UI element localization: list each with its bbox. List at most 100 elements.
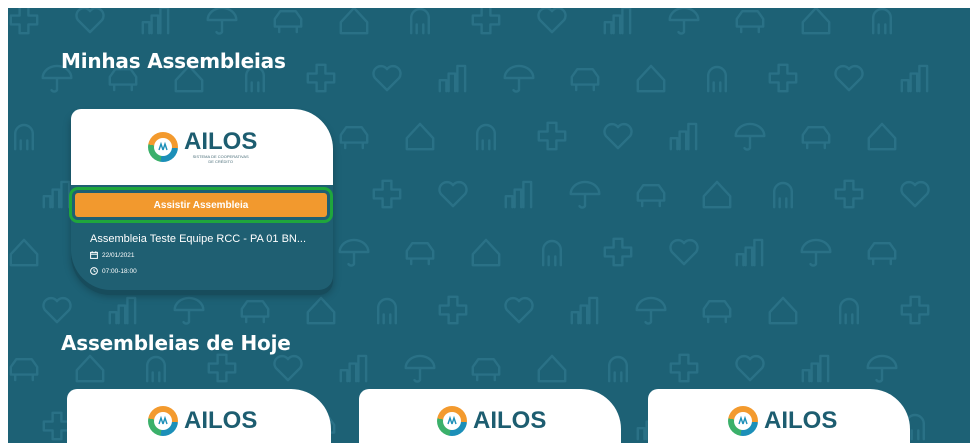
clock-icon bbox=[90, 267, 98, 275]
umbrella-icon bbox=[635, 296, 667, 325]
assembly-date-row: 22/01/2021 bbox=[90, 251, 135, 259]
logo-text: AILOS bbox=[184, 407, 258, 434]
ailos-logo: AILOS bbox=[728, 406, 837, 436]
heart-icon bbox=[834, 64, 864, 92]
chart-icon bbox=[438, 64, 467, 93]
chart-icon bbox=[603, 8, 632, 35]
heart-icon bbox=[42, 296, 72, 324]
chart-icon bbox=[108, 296, 137, 325]
house-icon bbox=[867, 122, 897, 151]
chart-icon bbox=[42, 180, 71, 209]
house-icon bbox=[768, 296, 798, 325]
car-icon bbox=[636, 183, 666, 208]
logo-text: AILOS bbox=[184, 128, 258, 155]
cross-icon bbox=[900, 295, 930, 325]
cross-icon bbox=[537, 121, 567, 151]
cross-icon bbox=[471, 8, 501, 35]
watch-assembly-button[interactable]: Assistir Assembleia bbox=[69, 187, 333, 223]
house-icon bbox=[75, 354, 105, 383]
heart-icon bbox=[603, 122, 633, 150]
cross-icon bbox=[768, 63, 798, 93]
umbrella-icon bbox=[569, 180, 601, 209]
house-icon bbox=[405, 122, 435, 151]
tree-icon bbox=[772, 181, 794, 209]
chart-icon bbox=[735, 238, 764, 267]
house-icon bbox=[9, 238, 39, 267]
ailos-logo: AILOS SISTEMA DE COOPERATIVAS DE CRÉDITO bbox=[148, 130, 257, 164]
house-icon bbox=[339, 8, 369, 35]
ailos-logo-icon bbox=[437, 406, 467, 436]
cross-icon bbox=[207, 353, 237, 383]
car-icon bbox=[702, 299, 732, 324]
umbrella-icon bbox=[173, 296, 205, 325]
tree-icon bbox=[838, 297, 860, 325]
watch-assembly-label: Assistir Assembleia bbox=[75, 193, 327, 217]
ailos-logo-icon bbox=[728, 406, 758, 436]
tree-icon bbox=[607, 355, 629, 383]
car-icon bbox=[339, 125, 369, 150]
umbrella-icon bbox=[668, 8, 700, 35]
ailos-logo-icon bbox=[148, 132, 178, 162]
main-content: Minhas Assembleias AILOS SISTEMA DE COOP… bbox=[8, 8, 970, 443]
tree-icon bbox=[475, 123, 497, 151]
umbrella-icon bbox=[404, 354, 436, 383]
section-title-my-assemblies: Minhas Assembleias bbox=[61, 49, 286, 73]
heart-icon bbox=[372, 64, 402, 92]
heart-icon bbox=[900, 180, 930, 208]
ailos-logo: AILOS bbox=[437, 406, 546, 436]
car-icon bbox=[867, 241, 897, 266]
chart-icon bbox=[669, 122, 698, 151]
section-title-today-assemblies: Assembleias de Hoje bbox=[61, 331, 291, 355]
chart-icon bbox=[801, 354, 830, 383]
heart-icon bbox=[438, 180, 468, 208]
tree-icon bbox=[376, 297, 398, 325]
app-window: Minhas Assembleias AILOS SISTEMA DE COOP… bbox=[0, 0, 970, 443]
car-icon bbox=[240, 299, 270, 324]
today-assembly-card-3[interactable]: AILOS bbox=[648, 389, 910, 443]
cross-icon bbox=[834, 179, 864, 209]
heart-icon bbox=[735, 354, 765, 382]
heart-icon bbox=[669, 238, 699, 266]
tree-icon bbox=[541, 239, 563, 267]
chart-icon bbox=[339, 354, 368, 383]
car-icon bbox=[9, 357, 39, 382]
house-icon bbox=[537, 354, 567, 383]
tree-icon bbox=[409, 8, 431, 35]
umbrella-icon bbox=[503, 64, 535, 93]
umbrella-icon bbox=[734, 122, 766, 151]
umbrella-icon bbox=[338, 238, 370, 267]
house-icon bbox=[636, 64, 666, 93]
heart-icon bbox=[273, 354, 303, 382]
assembly-time-row: 07:00-18:00 bbox=[90, 267, 137, 275]
car-icon bbox=[570, 67, 600, 92]
chart-icon bbox=[570, 296, 599, 325]
cross-icon bbox=[669, 353, 699, 383]
ailos-logo-icon bbox=[148, 406, 178, 436]
card-logo-area: AILOS SISTEMA DE COOPERATIVAS DE CRÉDITO bbox=[71, 109, 333, 185]
chart-icon bbox=[504, 180, 533, 209]
ailos-logo: AILOS bbox=[148, 406, 257, 436]
heart-icon bbox=[75, 8, 105, 34]
house-icon bbox=[471, 238, 501, 267]
logo-text: AILOS bbox=[764, 407, 838, 434]
logo-subtitle-line2: DE CRÉDITO bbox=[208, 159, 233, 164]
house-icon bbox=[306, 296, 336, 325]
tree-icon bbox=[706, 65, 728, 93]
umbrella-icon bbox=[800, 238, 832, 267]
tree-icon bbox=[871, 8, 893, 35]
cross-icon bbox=[603, 237, 633, 267]
cross-icon bbox=[372, 179, 402, 209]
cross-icon bbox=[306, 63, 336, 93]
cross-icon bbox=[9, 8, 39, 35]
cross-icon bbox=[438, 295, 468, 325]
umbrella-icon bbox=[866, 354, 898, 383]
car-icon bbox=[273, 9, 303, 34]
umbrella-icon bbox=[206, 8, 238, 35]
today-assembly-card-1[interactable]: AILOS bbox=[67, 389, 331, 443]
tree-icon bbox=[13, 123, 35, 151]
car-icon bbox=[471, 357, 501, 382]
today-assembly-card-2[interactable]: AILOS bbox=[359, 389, 621, 443]
house-icon bbox=[801, 8, 831, 35]
assembly-date: 22/01/2021 bbox=[102, 251, 135, 259]
car-icon bbox=[405, 241, 435, 266]
